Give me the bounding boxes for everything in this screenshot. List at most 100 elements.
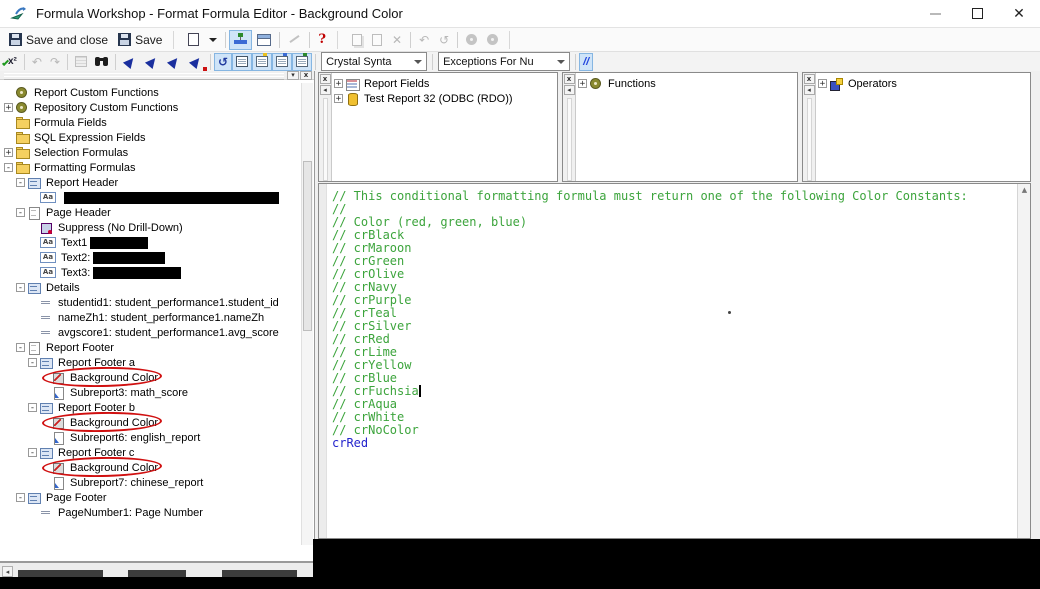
new-formula-dropdown[interactable] <box>204 30 222 50</box>
tree-item-background-color[interactable]: Background Color <box>0 455 300 479</box>
tree-item-avgscore1-student-performance1-avg-score[interactable]: avgscore1: student_performance1.avg_scor… <box>0 325 300 340</box>
collapse-icon[interactable]: - <box>16 208 25 217</box>
collapse-icon[interactable]: - <box>28 403 37 412</box>
panel-grip[interactable]: ▾ x <box>0 71 314 80</box>
next-bookmark-button[interactable] <box>141 53 163 71</box>
tree-item-subreport7-chinese-report[interactable]: Subreport7: chinese_report <box>0 475 300 490</box>
panel-item-functions[interactable]: + Functions <box>578 76 795 91</box>
scrollbar-thumb[interactable] <box>303 161 312 331</box>
new-custom-function-button[interactable] <box>347 30 367 50</box>
scroll-left-icon[interactable]: ◂ <box>2 566 13 577</box>
tree-item-formatting-formulas[interactable]: - Formatting Formulas <box>0 160 300 175</box>
tree-item-background-color[interactable]: Background Color <box>0 410 300 434</box>
toggle-workshop-tree-button[interactable] <box>229 29 253 50</box>
tree-item-studentid1-student-performance1-student-id[interactable]: studentid1: student_performance1.student… <box>0 295 300 310</box>
tree-item-details[interactable]: - Details <box>0 280 300 295</box>
close-panel-button[interactable]: x <box>300 71 312 80</box>
collapse-icon[interactable]: - <box>16 178 25 187</box>
panel-item-test-report-32-odbc-rdo[interactable]: + Test Report 32 (ODBC (RDO)) <box>334 91 555 106</box>
tree-item-subreport3-math-score[interactable]: Subreport3: math_score <box>0 385 300 400</box>
toggle-bookmark-button[interactable] <box>119 53 141 71</box>
tree-item-page-footer[interactable]: - Page Footer <box>0 490 300 505</box>
tree-horizontal-scrollbar[interactable]: ◂ <box>0 562 315 578</box>
help-button[interactable]: ? <box>313 30 331 50</box>
tree-item-selection-formulas[interactable]: + Selection Formulas <box>0 145 300 160</box>
save-and-close-button[interactable]: Save and close <box>4 30 113 50</box>
tree-item-report-footer-b[interactable]: - Report Footer b <box>0 400 300 415</box>
use-expert-button[interactable] <box>283 30 306 50</box>
tree-item-subreport6-english-report[interactable]: Subreport6: english_report <box>0 430 300 445</box>
tree-item-report-footer-c[interactable]: - Report Footer c <box>0 445 300 460</box>
redo-button[interactable]: ↷ <box>46 53 64 71</box>
sort-trees-button[interactable]: ↺ <box>214 52 233 71</box>
close-panel-button[interactable]: x <box>563 74 575 84</box>
expand-icon[interactable]: + <box>4 148 13 157</box>
add-to-repository-button[interactable] <box>482 30 503 50</box>
expand-icon[interactable]: + <box>334 79 343 88</box>
collapse-icon[interactable]: - <box>16 493 25 502</box>
syntax-select[interactable]: Crystal Synta <box>321 52 428 71</box>
tree-item-text1[interactable]: Aa Text1 <box>0 235 300 250</box>
tree-item-background-color[interactable]: Background Color <box>0 365 300 389</box>
expand-icon[interactable]: + <box>578 79 587 88</box>
expand-icon[interactable]: + <box>4 103 13 112</box>
collapse-panel-button[interactable]: ◂ <box>563 85 575 95</box>
formatting-tree-toggle[interactable] <box>292 52 313 71</box>
tree-item-report-footer-a[interactable]: - Report Footer a <box>0 355 300 370</box>
delete-button[interactable]: ✕ <box>387 30 407 50</box>
clear-bookmarks-button[interactable] <box>185 53 208 71</box>
tree-item-report-custom-functions[interactable]: Report Custom Functions <box>0 85 300 100</box>
tree-item-text3[interactable]: Aa Text3: <box>0 265 300 280</box>
tree-item-text2[interactable]: Aa Text2: <box>0 250 300 265</box>
minimize-button[interactable] <box>914 0 956 27</box>
tree-item-page-header[interactable]: - Page Header <box>0 205 300 220</box>
collapse-panel-button[interactable]: ◂ <box>803 85 815 95</box>
tree-item-report-header[interactable]: - Report Header <box>0 175 300 190</box>
expand-icon[interactable]: + <box>818 79 827 88</box>
new-formula-button[interactable] <box>183 30 204 50</box>
panel-splitter[interactable] <box>566 98 572 181</box>
tree-item-report-footer[interactable]: - Report Footer <box>0 340 300 355</box>
maximize-button[interactable] <box>956 0 998 27</box>
tree-item-sql-expression-fields[interactable]: SQL Expression Fields <box>0 130 300 145</box>
function-tree-toggle[interactable] <box>252 52 273 71</box>
duplicate-button[interactable] <box>367 30 387 50</box>
tree-item-suppress-no-drill-down[interactable]: Suppress (No Drill-Down) <box>0 220 300 235</box>
exceptions-select[interactable]: Exceptions For Nu <box>438 52 571 71</box>
tree-item-repository-custom-functions[interactable]: + Repository Custom Functions <box>0 100 300 115</box>
undo-button[interactable]: ↶ <box>28 53 46 71</box>
close-panel-button[interactable]: x <box>319 74 331 84</box>
panel-splitter[interactable] <box>322 98 328 181</box>
collapse-icon[interactable]: - <box>28 448 37 457</box>
check-syntax-button[interactable]: x² <box>1 53 21 71</box>
expand-node-button[interactable]: ↺ <box>434 30 454 50</box>
collapse-icon[interactable]: - <box>28 358 37 367</box>
field-tree-toggle[interactable] <box>232 52 253 71</box>
tree-item-formula-fields[interactable]: Formula Fields <box>0 115 300 130</box>
close-panel-button[interactable]: x <box>803 74 815 84</box>
tree-item-namezh1-student-performance1-namezh[interactable]: nameZh1: student_performance1.nameZh <box>0 310 300 325</box>
panel-item-report-fields[interactable]: + Report Fields <box>334 76 555 91</box>
formula-text-area[interactable]: // This conditional formatting formula m… <box>318 183 1031 539</box>
previous-bookmark-button[interactable] <box>163 53 185 71</box>
save-button[interactable]: Save <box>113 30 167 50</box>
collapse-icon[interactable]: - <box>4 163 13 172</box>
expand-icon[interactable]: + <box>334 94 343 103</box>
panel-item-operators[interactable]: + Operators <box>818 76 1028 91</box>
tree-vertical-scrollbar[interactable] <box>301 83 313 545</box>
add-repository-button[interactable] <box>461 30 482 50</box>
close-button[interactable]: ✕ <box>998 0 1040 27</box>
operator-tree-toggle[interactable] <box>272 52 293 71</box>
scroll-up-icon[interactable]: ▲ <box>1020 186 1029 195</box>
find-button[interactable] <box>91 53 112 71</box>
rename-button[interactable]: ↶ <box>414 30 434 50</box>
panel-splitter[interactable] <box>806 98 812 181</box>
editor-vertical-scrollbar[interactable]: ▲ <box>1017 184 1030 538</box>
collapse-icon[interactable]: - <box>16 343 25 352</box>
tree-item-redacted[interactable]: Aa <box>0 190 300 205</box>
toggle-properties-button[interactable] <box>252 30 276 50</box>
collapse-icon[interactable]: - <box>16 283 25 292</box>
browse-data-button[interactable] <box>71 53 91 71</box>
collapse-panel-button[interactable]: ◂ <box>319 85 331 95</box>
tree-item-pagenumber1-page-number[interactable]: PageNumber1: Page Number <box>0 505 300 520</box>
